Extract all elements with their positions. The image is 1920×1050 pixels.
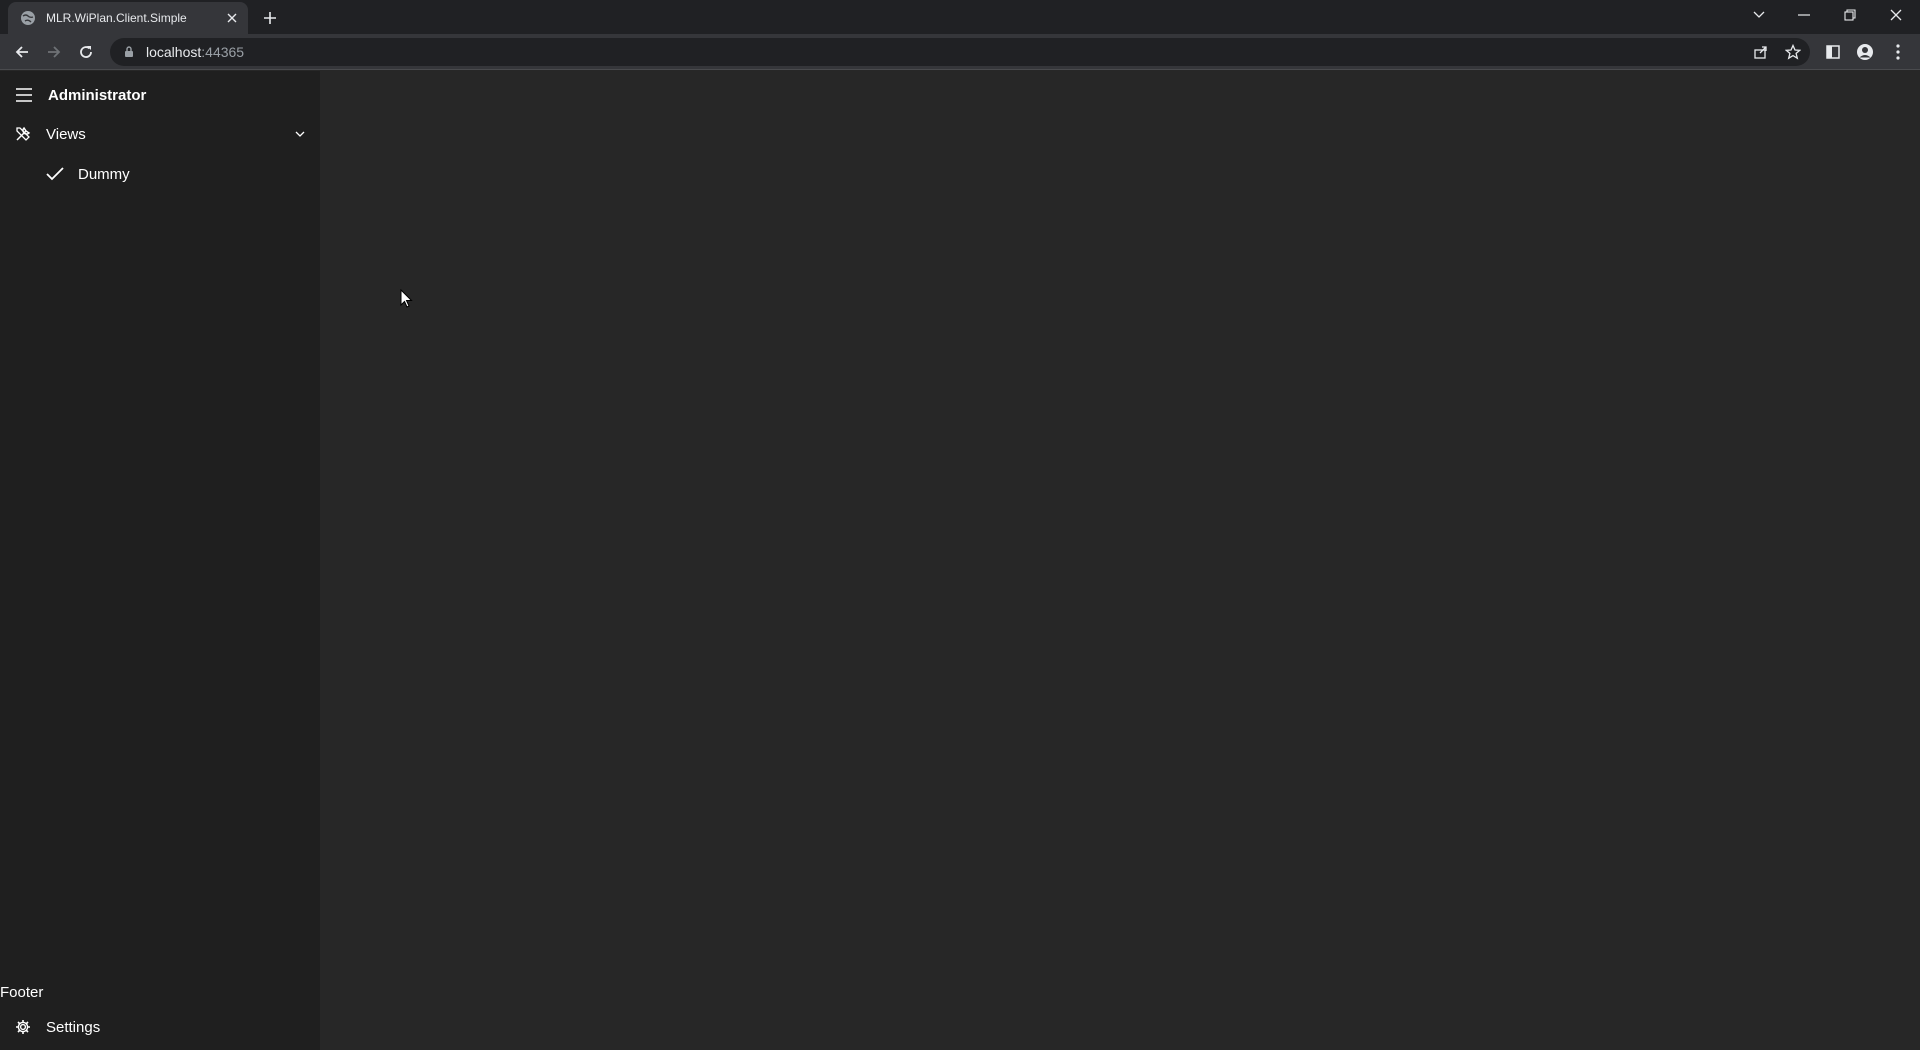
address-host: localhost	[146, 44, 202, 60]
side-panel-icon[interactable]	[1821, 40, 1845, 64]
back-icon[interactable]	[10, 40, 34, 64]
nav-item-views[interactable]: Views	[0, 114, 320, 154]
address-port: :44365	[201, 44, 245, 60]
mouse-cursor-icon	[400, 288, 414, 309]
main-content	[320, 71, 1920, 1050]
sidebar: Administrator Views Dummy Footer Setting…	[0, 71, 320, 1050]
minimize-icon[interactable]	[1781, 0, 1827, 30]
address-bar[interactable]: localhost:44365	[110, 38, 1810, 66]
tab-title: MLR.WiPlan.Client.Simple	[46, 11, 187, 25]
gear-icon	[0, 1007, 46, 1047]
sidebar-title: Administrator	[48, 86, 147, 104]
reload-icon[interactable]	[74, 40, 98, 64]
hamburger-menu-icon[interactable]	[0, 71, 48, 119]
globe-icon	[20, 10, 36, 26]
close-window-icon[interactable]	[1873, 0, 1919, 30]
tab-search-icon[interactable]	[1736, 0, 1782, 30]
tools-icon	[0, 114, 46, 154]
browser-titlebar: MLR.WiPlan.Client.Simple	[0, 0, 1920, 34]
browser-toolbar: localhost:44365	[0, 34, 1920, 70]
nav-item-settings[interactable]: Settings	[0, 1007, 320, 1047]
profile-icon[interactable]	[1853, 40, 1877, 64]
sidebar-header: Administrator	[0, 71, 320, 119]
browser-tab[interactable]: MLR.WiPlan.Client.Simple	[8, 2, 248, 34]
nav-item-settings-label: Settings	[46, 1018, 101, 1036]
nav-item-dummy-label: Dummy	[78, 165, 130, 183]
new-tab-button[interactable]	[260, 8, 280, 28]
sidebar-footer-text: Footer	[0, 984, 44, 1001]
restore-icon[interactable]	[1827, 0, 1873, 30]
nav-item-views-label: Views	[46, 125, 86, 143]
bookmark-star-icon[interactable]	[1781, 40, 1805, 64]
close-tab-icon[interactable]	[224, 10, 240, 26]
chevron-down-icon[interactable]	[280, 114, 320, 154]
check-icon	[32, 154, 78, 194]
nav-item-dummy[interactable]: Dummy	[0, 154, 320, 194]
menu-kebab-icon[interactable]	[1886, 40, 1910, 64]
forward-icon[interactable]	[42, 40, 66, 64]
lock-icon	[122, 45, 136, 59]
share-icon[interactable]	[1749, 40, 1773, 64]
